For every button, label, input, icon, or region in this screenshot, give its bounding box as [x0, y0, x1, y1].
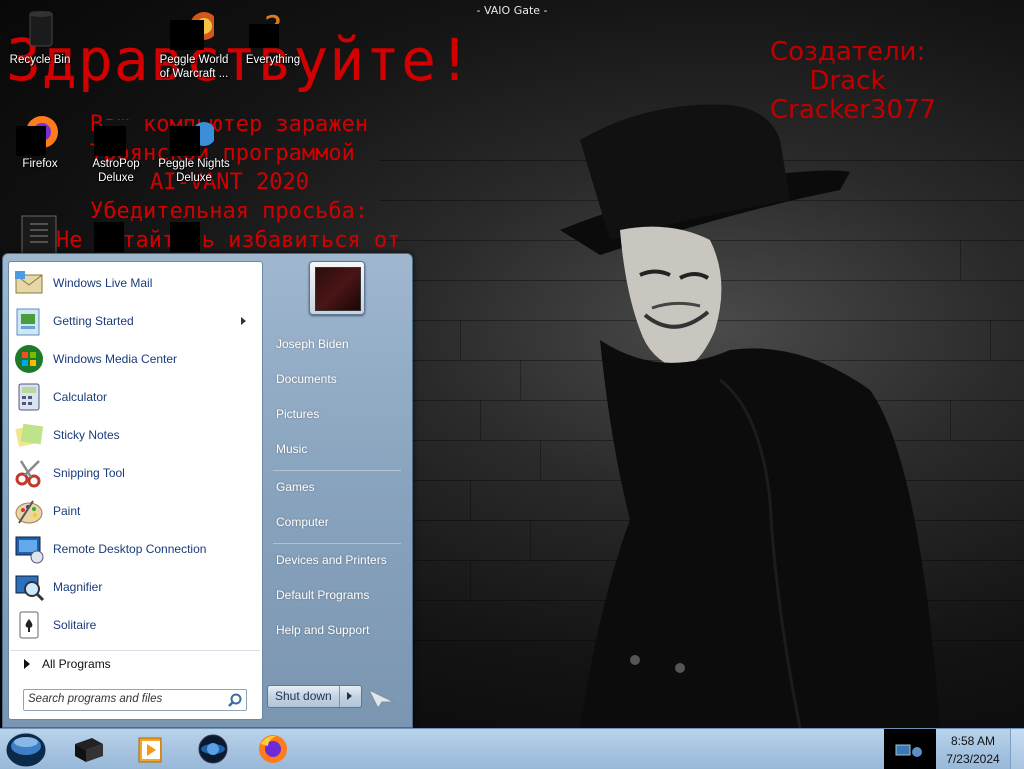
clock-time[interactable]: 8:58 AM: [940, 734, 1006, 748]
desktop-icon-label: Firefox: [22, 158, 58, 170]
network-icon[interactable]: [894, 741, 924, 759]
desktop-icon-partial[interactable]: [20, 214, 60, 254]
start-link-games[interactable]: Games: [276, 480, 315, 494]
desktop-icon-label: Peggle Nights Deluxe: [158, 158, 230, 184]
calculator-icon: [18, 383, 40, 411]
file-manager-icon[interactable]: [72, 732, 106, 766]
search-input[interactable]: [28, 691, 218, 707]
redacted-icon: [94, 222, 124, 252]
desktop-icon-everything[interactable]: ? Everything: [233, 8, 313, 67]
recycle-bin-icon: [29, 11, 53, 47]
globe-icon[interactable]: [196, 732, 230, 766]
program-label: Remote Desktop Connection: [53, 542, 207, 556]
program-magnifier[interactable]: Magnifier: [13, 569, 258, 605]
start-link-documents[interactable]: Documents: [276, 372, 337, 386]
pointer-arrow-icon: [367, 688, 395, 709]
shutdown-label: Shut down: [275, 689, 332, 703]
start-link-default-programs[interactable]: Default Programs: [276, 588, 369, 602]
clock-date[interactable]: 7/23/2024: [940, 752, 1006, 766]
taskbar: 8:58 AM 7/23/2024: [0, 728, 1024, 769]
desktop-icon-peggle-wow[interactable]: Peggle World of Warcraft ...: [154, 8, 234, 81]
show-desktop-button[interactable]: [1010, 729, 1024, 769]
desktop-icon-label: Peggle World of Warcraft ...: [159, 54, 229, 80]
firefox-taskbar-icon[interactable]: [256, 732, 290, 766]
credits-name: Drack: [809, 66, 886, 96]
program-label: Paint: [53, 504, 81, 518]
media-player-icon[interactable]: [134, 732, 168, 766]
all-programs-label: All Programs: [42, 657, 111, 671]
remote-desktop-icon: [15, 536, 44, 564]
program-calculator[interactable]: Calculator: [13, 379, 258, 415]
start-orb-icon[interactable]: [5, 730, 47, 768]
shutdown-options-arrow-icon[interactable]: [347, 692, 352, 700]
sticky-notes-icon: [15, 423, 44, 447]
desktop-icon-label: AstroPop Deluxe: [92, 158, 140, 184]
shutdown-button[interactable]: Shut down: [267, 685, 362, 708]
program-label: Sticky Notes: [53, 428, 120, 442]
program-snipping-tool[interactable]: Snipping Tool: [13, 455, 258, 491]
system-tray: [884, 729, 936, 769]
program-windows-media-center[interactable]: Windows Media Center: [13, 341, 258, 377]
program-label: Getting Started: [53, 314, 134, 328]
scissors-icon: [15, 460, 41, 488]
start-link-pictures[interactable]: Pictures: [276, 407, 319, 421]
start-link-help-support[interactable]: Help and Support: [276, 623, 369, 637]
program-getting-started[interactable]: Getting Started: [13, 303, 258, 339]
desktop-icon-firefox[interactable]: Firefox: [0, 112, 80, 171]
program-label: Solitaire: [53, 618, 97, 632]
start-menu-programs-pane: Windows Live Mail Getting Started Window…: [8, 261, 263, 720]
program-label: Windows Live Mail: [53, 276, 153, 290]
cards-icon: [19, 611, 39, 639]
credits-heading: Создатели:: [770, 37, 926, 67]
media-center-icon: [15, 345, 43, 373]
program-label: Calculator: [53, 390, 108, 404]
menu-separator: [273, 543, 401, 544]
program-label: Windows Media Center: [53, 352, 178, 366]
wallpaper-masked-figure: [560, 104, 940, 728]
desktop-icon-label: Recycle Bin: [9, 54, 71, 66]
program-remote-desktop[interactable]: Remote Desktop Connection: [13, 531, 258, 567]
redacted-icon: [170, 222, 200, 252]
program-paint[interactable]: Paint: [13, 493, 258, 529]
mail-icon: [15, 271, 43, 294]
start-menu: Windows Live Mail Getting Started Window…: [2, 253, 413, 728]
desktop-icon-recycle-bin[interactable]: Recycle Bin: [0, 8, 80, 67]
start-link-devices-printers[interactable]: Devices and Printers: [276, 553, 387, 567]
submenu-arrow-icon: [241, 317, 246, 325]
magnifier-icon: [15, 575, 45, 602]
program-sticky-notes[interactable]: Sticky Notes: [13, 417, 258, 453]
all-programs-button[interactable]: All Programs: [11, 650, 260, 677]
getting-started-icon: [16, 308, 40, 336]
program-solitaire[interactable]: Solitaire: [13, 607, 258, 643]
start-link-music[interactable]: Music: [276, 442, 307, 456]
expand-arrow-icon: [24, 659, 30, 669]
paint-palette-icon: [15, 500, 43, 524]
program-label: Snipping Tool: [53, 466, 125, 480]
credits: Создатели: Drack Cracker3077: [770, 37, 937, 125]
user-avatar[interactable]: [309, 261, 365, 315]
start-link-user[interactable]: Joseph Biden: [276, 337, 349, 351]
desktop-icon-label: Everything: [245, 54, 301, 66]
desktop-icon-astropop[interactable]: AstroPop Deluxe: [76, 112, 156, 185]
program-label: Magnifier: [53, 580, 103, 594]
search-icon[interactable]: [227, 692, 243, 708]
credits-name: Cracker3077: [770, 95, 937, 125]
start-search-box[interactable]: [23, 689, 247, 711]
menu-separator: [273, 470, 401, 471]
program-windows-live-mail[interactable]: Windows Live Mail: [13, 265, 258, 301]
start-link-computer[interactable]: Computer: [276, 515, 329, 529]
desktop-icon-peggle-nights[interactable]: Peggle Nights Deluxe: [154, 112, 234, 185]
